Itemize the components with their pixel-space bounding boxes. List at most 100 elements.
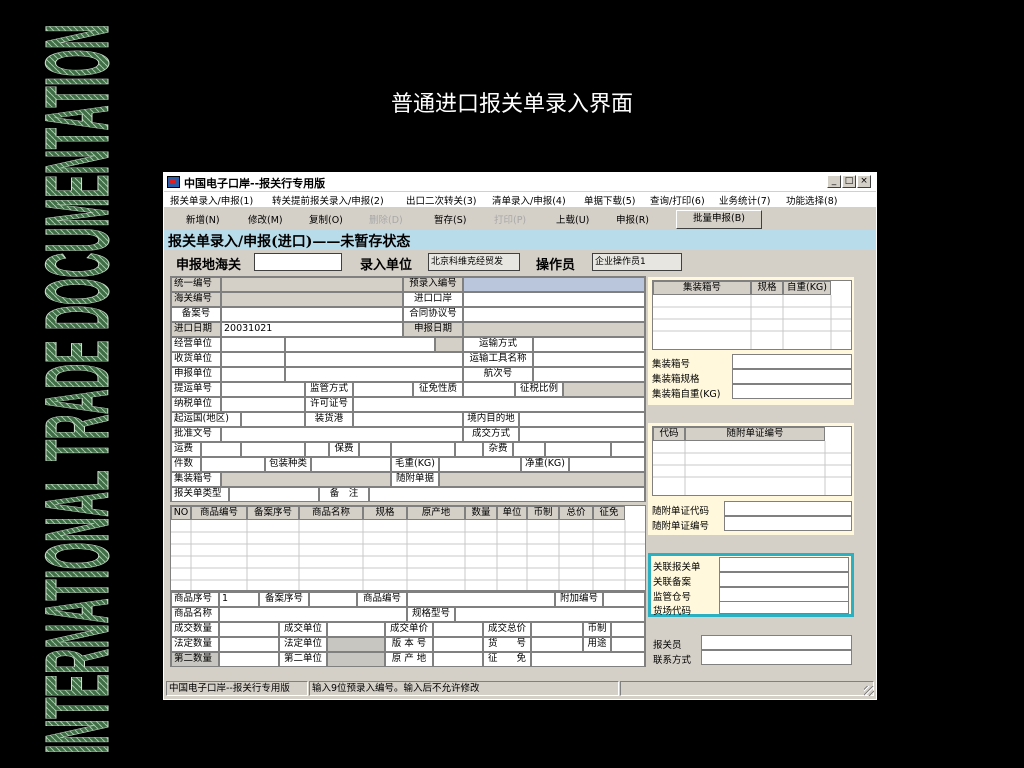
- consignee-name-input[interactable]: [285, 352, 463, 367]
- copy-button[interactable]: 复制(O): [309, 212, 343, 226]
- bill-no-input[interactable]: [221, 382, 305, 397]
- consignee-code-input[interactable]: [221, 352, 285, 367]
- delete-button[interactable]: 删除(D): [369, 212, 403, 226]
- origin-input[interactable]: [433, 652, 483, 667]
- deal-qty-input[interactable]: [219, 622, 279, 637]
- misc-input-2[interactable]: [545, 442, 611, 457]
- insurance-input-1[interactable]: [359, 442, 391, 457]
- transport-mode-input[interactable]: [533, 337, 645, 352]
- declare-unit-name-input[interactable]: [285, 367, 463, 382]
- misc-input-3[interactable]: [611, 442, 645, 457]
- goods-code-input[interactable]: [407, 592, 555, 607]
- print-button[interactable]: 打印(P): [494, 212, 526, 226]
- container-weight-input[interactable]: [732, 384, 852, 399]
- save-draft-button[interactable]: 暂存(S): [434, 212, 466, 226]
- container-col-spec: 规格: [751, 281, 783, 295]
- business-unit-code-input[interactable]: [221, 337, 285, 352]
- spec-model-input[interactable]: [455, 607, 645, 622]
- exemption-input[interactable]: [531, 652, 645, 667]
- related-decl-input[interactable]: [719, 557, 849, 572]
- menu-declaration-entry[interactable]: 报关单录入/申报(1): [170, 193, 253, 207]
- batch-declare-button[interactable]: 批量申报(B): [676, 210, 762, 229]
- menu-transfer-entry[interactable]: 转关提前报关录入/申报(2): [272, 193, 384, 207]
- deal-unit-input[interactable]: [327, 622, 385, 637]
- resize-grip-icon[interactable]: [864, 686, 874, 696]
- import-port-input[interactable]: [463, 292, 645, 307]
- license-no-input[interactable]: [353, 397, 645, 412]
- version-no-input[interactable]: [433, 637, 483, 652]
- package-type-input[interactable]: [311, 457, 391, 472]
- menu-statistics[interactable]: 业务统计(7): [719, 193, 770, 207]
- menu-export-transfer[interactable]: 出口二次转关(3): [406, 193, 476, 207]
- voyage-no-input[interactable]: [533, 367, 645, 382]
- menu-list-entry[interactable]: 清单录入/申报(4): [492, 193, 566, 207]
- doc-no-input[interactable]: [724, 516, 852, 531]
- record-seq-input[interactable]: [309, 592, 357, 607]
- second-qty-input[interactable]: [219, 652, 279, 667]
- legal-unit-label: 法定单位: [279, 637, 327, 652]
- net-weight-input[interactable]: [569, 457, 645, 472]
- freight-input-3[interactable]: [305, 442, 329, 457]
- remarks-input[interactable]: [369, 487, 645, 502]
- contact-input[interactable]: [701, 650, 852, 665]
- upload-button[interactable]: 上载(U): [556, 212, 589, 226]
- gross-weight-input[interactable]: [439, 457, 521, 472]
- total-price-input[interactable]: [531, 622, 583, 637]
- declare-button[interactable]: 申报(R): [616, 212, 649, 226]
- bonded-warehouse-input[interactable]: [719, 587, 849, 602]
- maximize-button[interactable]: □: [842, 175, 856, 188]
- container-spec-input[interactable]: [732, 369, 852, 384]
- customs-input[interactable]: [254, 253, 342, 271]
- minimize-button[interactable]: _: [827, 175, 841, 188]
- packages-input[interactable]: [201, 457, 265, 472]
- record-no-input[interactable]: [221, 307, 403, 322]
- item-no-input[interactable]: 1: [219, 592, 259, 607]
- container-no-input-r[interactable]: [732, 354, 852, 369]
- purpose-input[interactable]: [611, 637, 645, 652]
- tax-ratio-label: 征税比例: [515, 382, 563, 397]
- yard-code-input[interactable]: [719, 601, 849, 614]
- extra-code-input[interactable]: [603, 592, 645, 607]
- edit-button[interactable]: 修改(M): [248, 212, 283, 226]
- new-button[interactable]: 新增(N): [186, 212, 220, 226]
- legal-qty-input[interactable]: [219, 637, 279, 652]
- destination-label: 境内目的地: [463, 412, 519, 427]
- preentry-no-input[interactable]: [463, 277, 645, 292]
- import-date-label: 进口日期: [171, 322, 221, 337]
- taxpayer-input[interactable]: [221, 397, 305, 412]
- goods-col-currency: 币制: [527, 506, 559, 520]
- import-date-input[interactable]: 20031021: [221, 322, 403, 337]
- approval-no-input[interactable]: [221, 427, 463, 442]
- declare-unit-code-input[interactable]: [221, 367, 285, 382]
- deal-mode-label: 成交方式: [463, 427, 519, 442]
- supervision-input[interactable]: [353, 382, 413, 397]
- transport-name-input[interactable]: [533, 352, 645, 367]
- currency-input[interactable]: [611, 622, 645, 637]
- misc-input-1[interactable]: [513, 442, 545, 457]
- doc-code-input[interactable]: [724, 501, 852, 516]
- exemption-label: 征 免: [483, 652, 531, 667]
- business-unit-name-input[interactable]: [285, 337, 435, 352]
- menu-query-print[interactable]: 查询/打印(6): [650, 193, 705, 207]
- declarant-input[interactable]: [701, 635, 852, 650]
- origin-country-input[interactable]: [241, 412, 305, 427]
- freight-input-2[interactable]: [241, 442, 305, 457]
- close-button[interactable]: ×: [857, 175, 871, 188]
- contract-no-input[interactable]: [463, 307, 645, 322]
- goods-name-input[interactable]: [219, 607, 407, 622]
- insurance-input-2[interactable]: [391, 442, 455, 457]
- related-record-input[interactable]: [719, 572, 849, 587]
- freight-input-1[interactable]: [201, 442, 241, 457]
- goods-no-input[interactable]: [531, 637, 583, 652]
- declaration-type-input[interactable]: [229, 487, 319, 502]
- menu-functions[interactable]: 功能选择(8): [786, 193, 837, 207]
- toolbar: 新增(N) 修改(M) 复制(O) 删除(D) 暂存(S) 打印(P) 上载(U…: [164, 209, 876, 231]
- insurance-input-3[interactable]: [455, 442, 483, 457]
- destination-input[interactable]: [519, 412, 645, 427]
- unit-price-input[interactable]: [433, 622, 483, 637]
- loading-port-input[interactable]: [353, 412, 463, 427]
- menu-download[interactable]: 单据下载(5): [584, 193, 635, 207]
- purpose-label: 用途: [583, 637, 611, 652]
- deal-mode-input[interactable]: [519, 427, 645, 442]
- tax-nature-input[interactable]: [463, 382, 515, 397]
